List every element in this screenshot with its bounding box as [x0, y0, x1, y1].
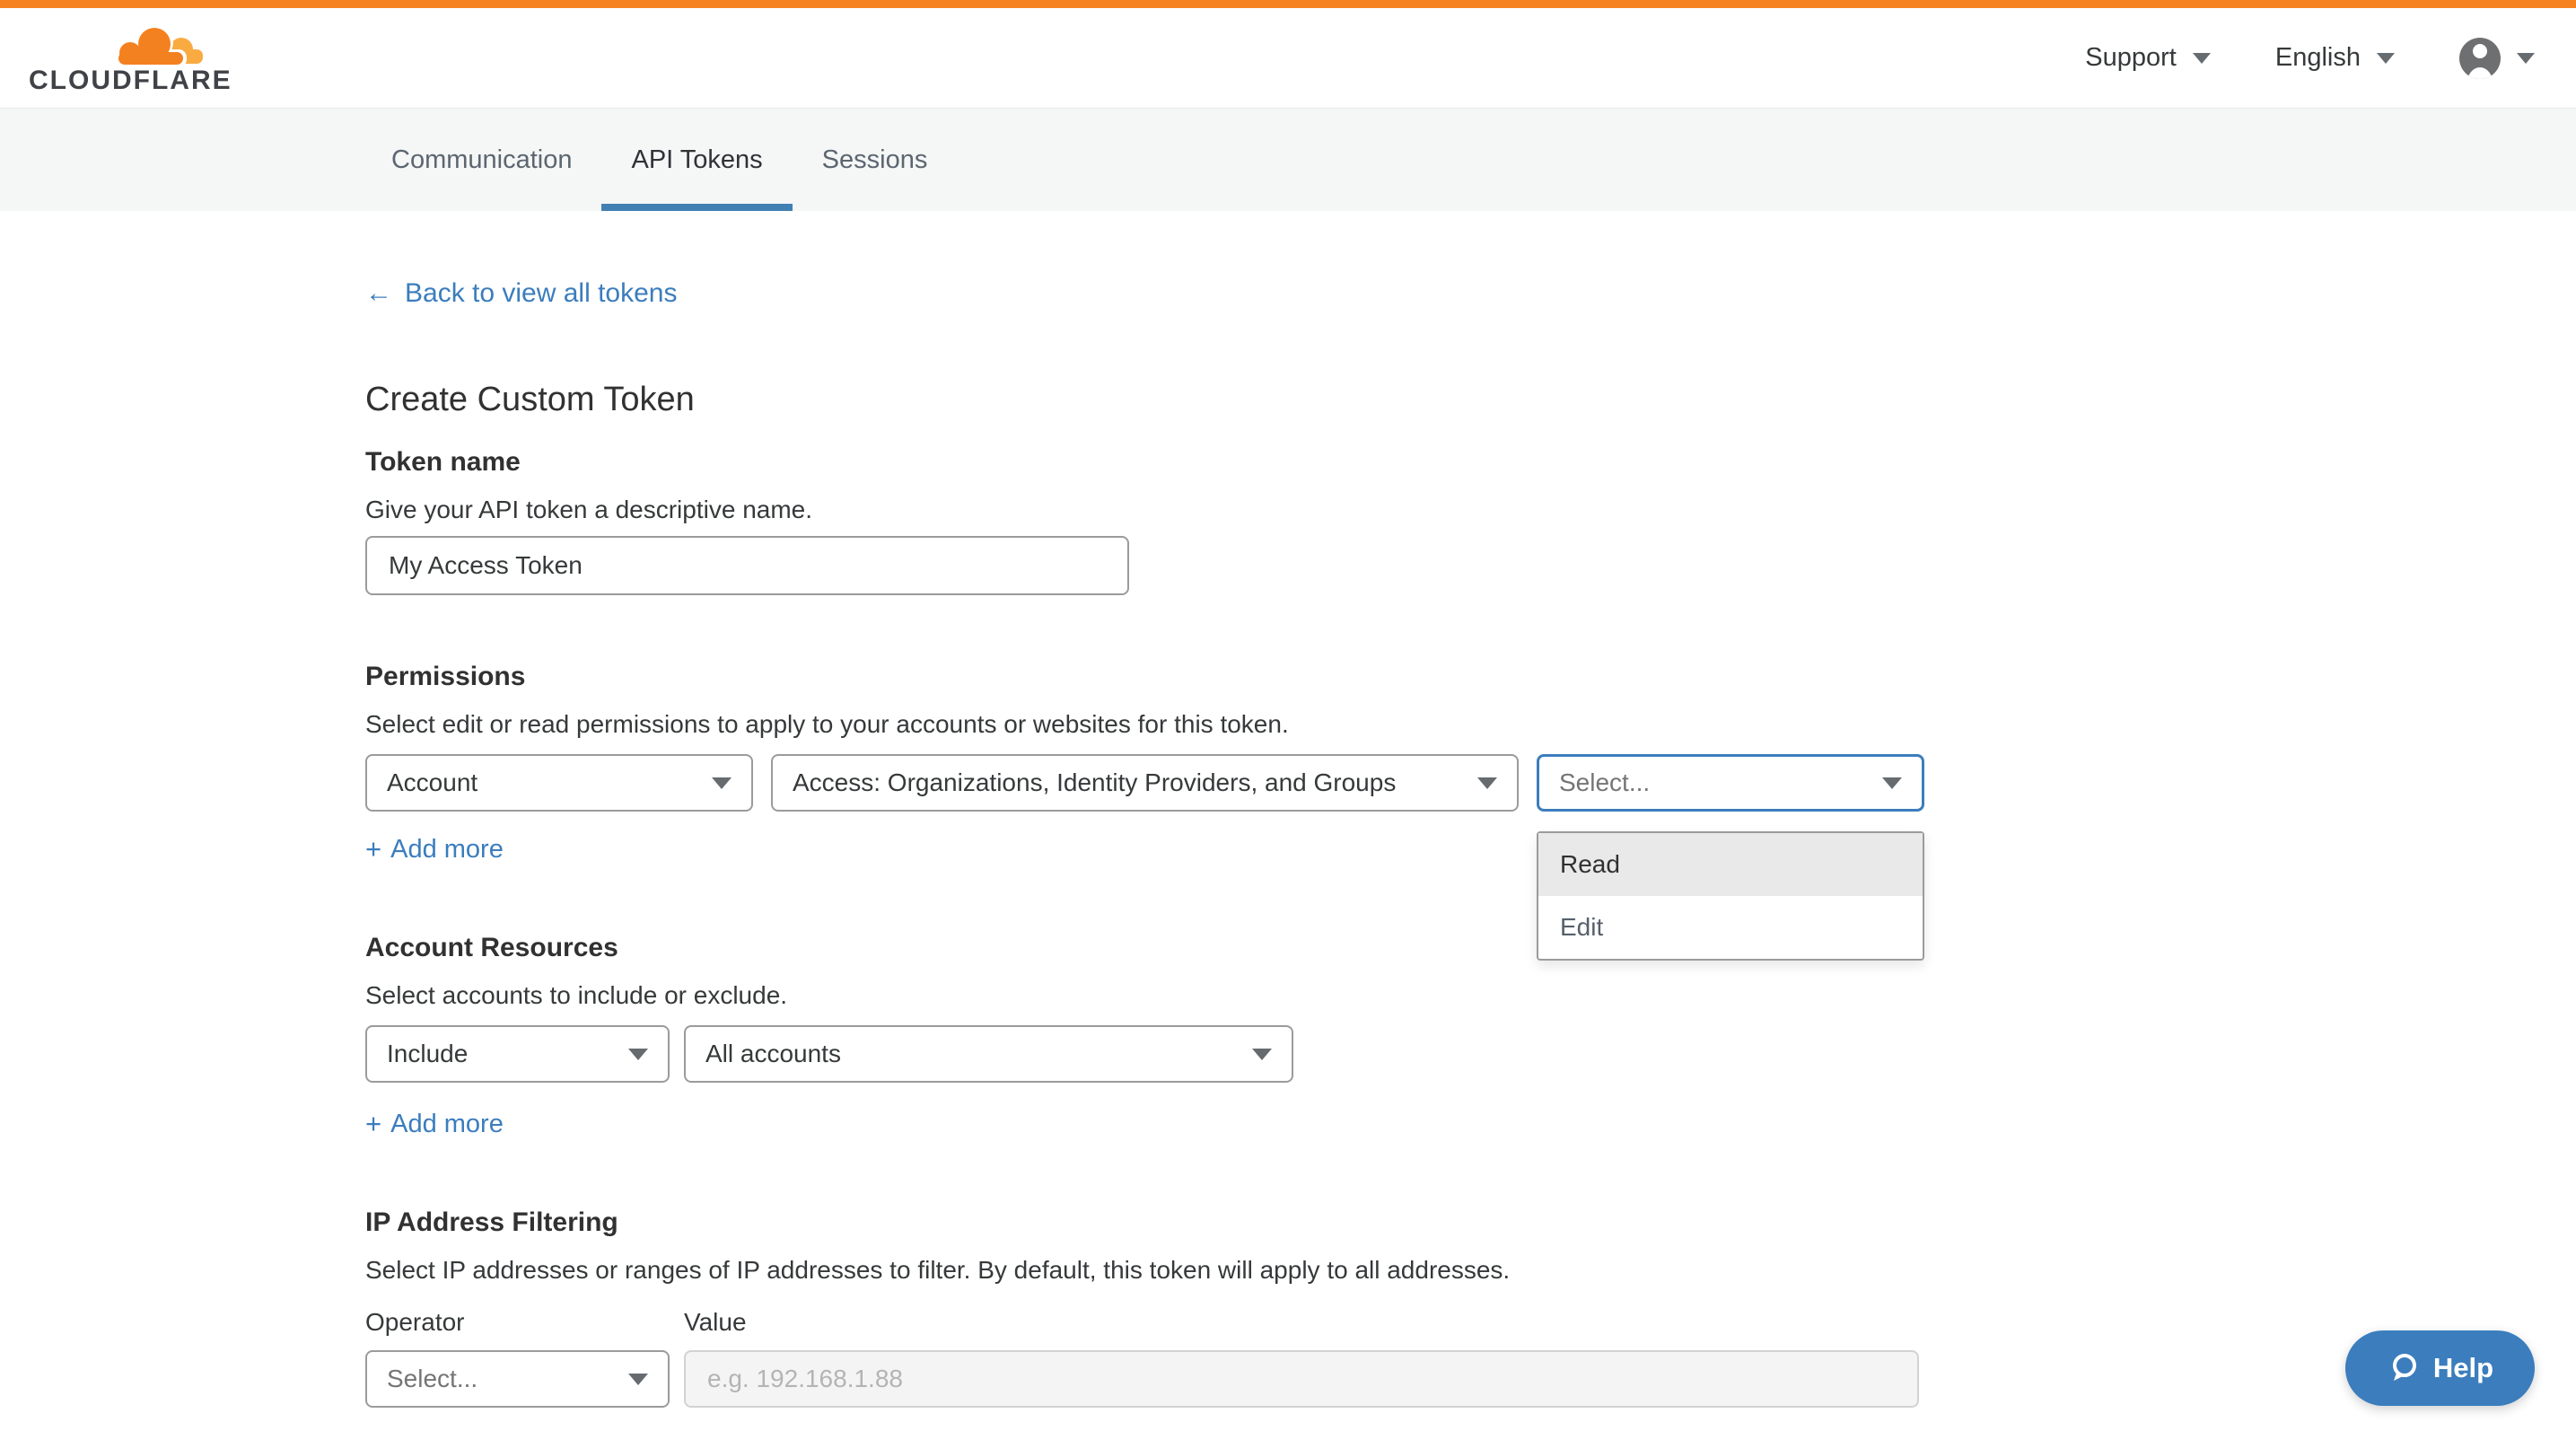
- ip-operator-placeholder: Select...: [387, 1365, 478, 1393]
- permission-scope-value: Account: [387, 768, 478, 797]
- chevron-down-icon: [628, 1049, 648, 1060]
- permissions-description: Select edit or read permissions to apply…: [365, 709, 2211, 740]
- chevron-down-icon: [2377, 53, 2395, 64]
- account-menu[interactable]: [2459, 38, 2535, 79]
- permission-level-select[interactable]: Select...: [1537, 754, 1924, 812]
- permission-level-placeholder: Select...: [1559, 768, 1650, 797]
- account-resources-description: Select accounts to include or exclude.: [365, 980, 2211, 1011]
- chevron-down-icon: [1477, 777, 1497, 789]
- tab-bar: Communication API Tokens Sessions: [0, 109, 2576, 211]
- support-label: Support: [2085, 43, 2177, 73]
- chevron-down-icon: [712, 777, 732, 789]
- user-avatar-icon: [2459, 38, 2501, 79]
- account-resources-add-more-link[interactable]: + Add more: [365, 1108, 504, 1140]
- account-mode-value: Include: [387, 1040, 468, 1068]
- chat-bubble-icon: [2387, 1351, 2421, 1385]
- ip-filtering-labels: Operator Value: [365, 1307, 2211, 1338]
- language-menu[interactable]: English: [2275, 43, 2395, 73]
- back-arrow-icon: ←: [365, 277, 392, 310]
- cloudflare-cloud-icon: [108, 22, 206, 69]
- header: CLOUDFLARE Support English: [0, 8, 2576, 109]
- ip-value-input[interactable]: [684, 1350, 1919, 1408]
- tab-api-tokens[interactable]: API Tokens: [601, 109, 792, 211]
- operator-label: Operator: [365, 1307, 684, 1338]
- plus-icon: +: [365, 833, 381, 865]
- chevron-down-icon: [1882, 777, 1902, 789]
- back-link-label: Back to view all tokens: [405, 277, 677, 310]
- back-to-tokens-link[interactable]: ← Back to view all tokens: [365, 277, 677, 310]
- permissions-add-more-label: Add more: [390, 833, 504, 865]
- permission-scope-select[interactable]: Account: [365, 754, 753, 812]
- brand-accent-bar: [0, 0, 2576, 8]
- permissions-row: Account Access: Organizations, Identity …: [365, 754, 2211, 812]
- main-content: ← Back to view all tokens Create Custom …: [0, 211, 2576, 1408]
- account-resources-row: Include All accounts: [365, 1025, 2211, 1083]
- permission-resource-value: Access: Organizations, Identity Provider…: [793, 768, 1396, 797]
- chevron-down-icon: [2517, 53, 2535, 64]
- token-name-input[interactable]: [365, 536, 1129, 595]
- permission-resource-select[interactable]: Access: Organizations, Identity Provider…: [771, 754, 1519, 812]
- ip-filtering-heading: IP Address Filtering: [365, 1207, 2211, 1239]
- permissions-add-more-link[interactable]: + Add more: [365, 833, 504, 865]
- account-resources-heading: Account Resources: [365, 932, 2211, 964]
- menu-option-edit[interactable]: Edit: [1538, 896, 1923, 959]
- help-button[interactable]: Help: [2345, 1330, 2535, 1406]
- chevron-down-icon: [628, 1374, 648, 1385]
- menu-option-read[interactable]: Read: [1538, 833, 1923, 896]
- chevron-down-icon: [2193, 53, 2211, 64]
- plus-icon: +: [365, 1108, 381, 1140]
- account-mode-select[interactable]: Include: [365, 1025, 670, 1083]
- chevron-down-icon: [1252, 1049, 1272, 1060]
- ip-filtering-description: Select IP addresses or ranges of IP addr…: [365, 1255, 2211, 1286]
- cloudflare-logo[interactable]: CLOUDFLARE: [29, 22, 232, 94]
- tab-sessions[interactable]: Sessions: [793, 109, 958, 211]
- permission-level-menu: Read Edit: [1537, 831, 1924, 961]
- token-name-description: Give your API token a descriptive name.: [365, 495, 2211, 525]
- value-label: Value: [684, 1307, 747, 1338]
- account-resources-add-more-label: Add more: [390, 1108, 504, 1140]
- ip-filtering-row: Select...: [365, 1350, 2211, 1408]
- accounts-value: All accounts: [705, 1040, 841, 1068]
- cloudflare-wordmark: CLOUDFLARE: [29, 67, 232, 94]
- language-label: English: [2275, 43, 2361, 73]
- page-title: Create Custom Token: [365, 380, 2211, 419]
- accounts-select[interactable]: All accounts: [684, 1025, 1293, 1083]
- ip-operator-select[interactable]: Select...: [365, 1350, 670, 1408]
- support-menu[interactable]: Support: [2085, 43, 2211, 73]
- help-button-label: Help: [2433, 1352, 2493, 1384]
- tab-communication[interactable]: Communication: [362, 109, 601, 211]
- header-nav: Support English: [2085, 38, 2535, 79]
- permissions-heading: Permissions: [365, 661, 2211, 693]
- token-name-heading: Token name: [365, 446, 2211, 478]
